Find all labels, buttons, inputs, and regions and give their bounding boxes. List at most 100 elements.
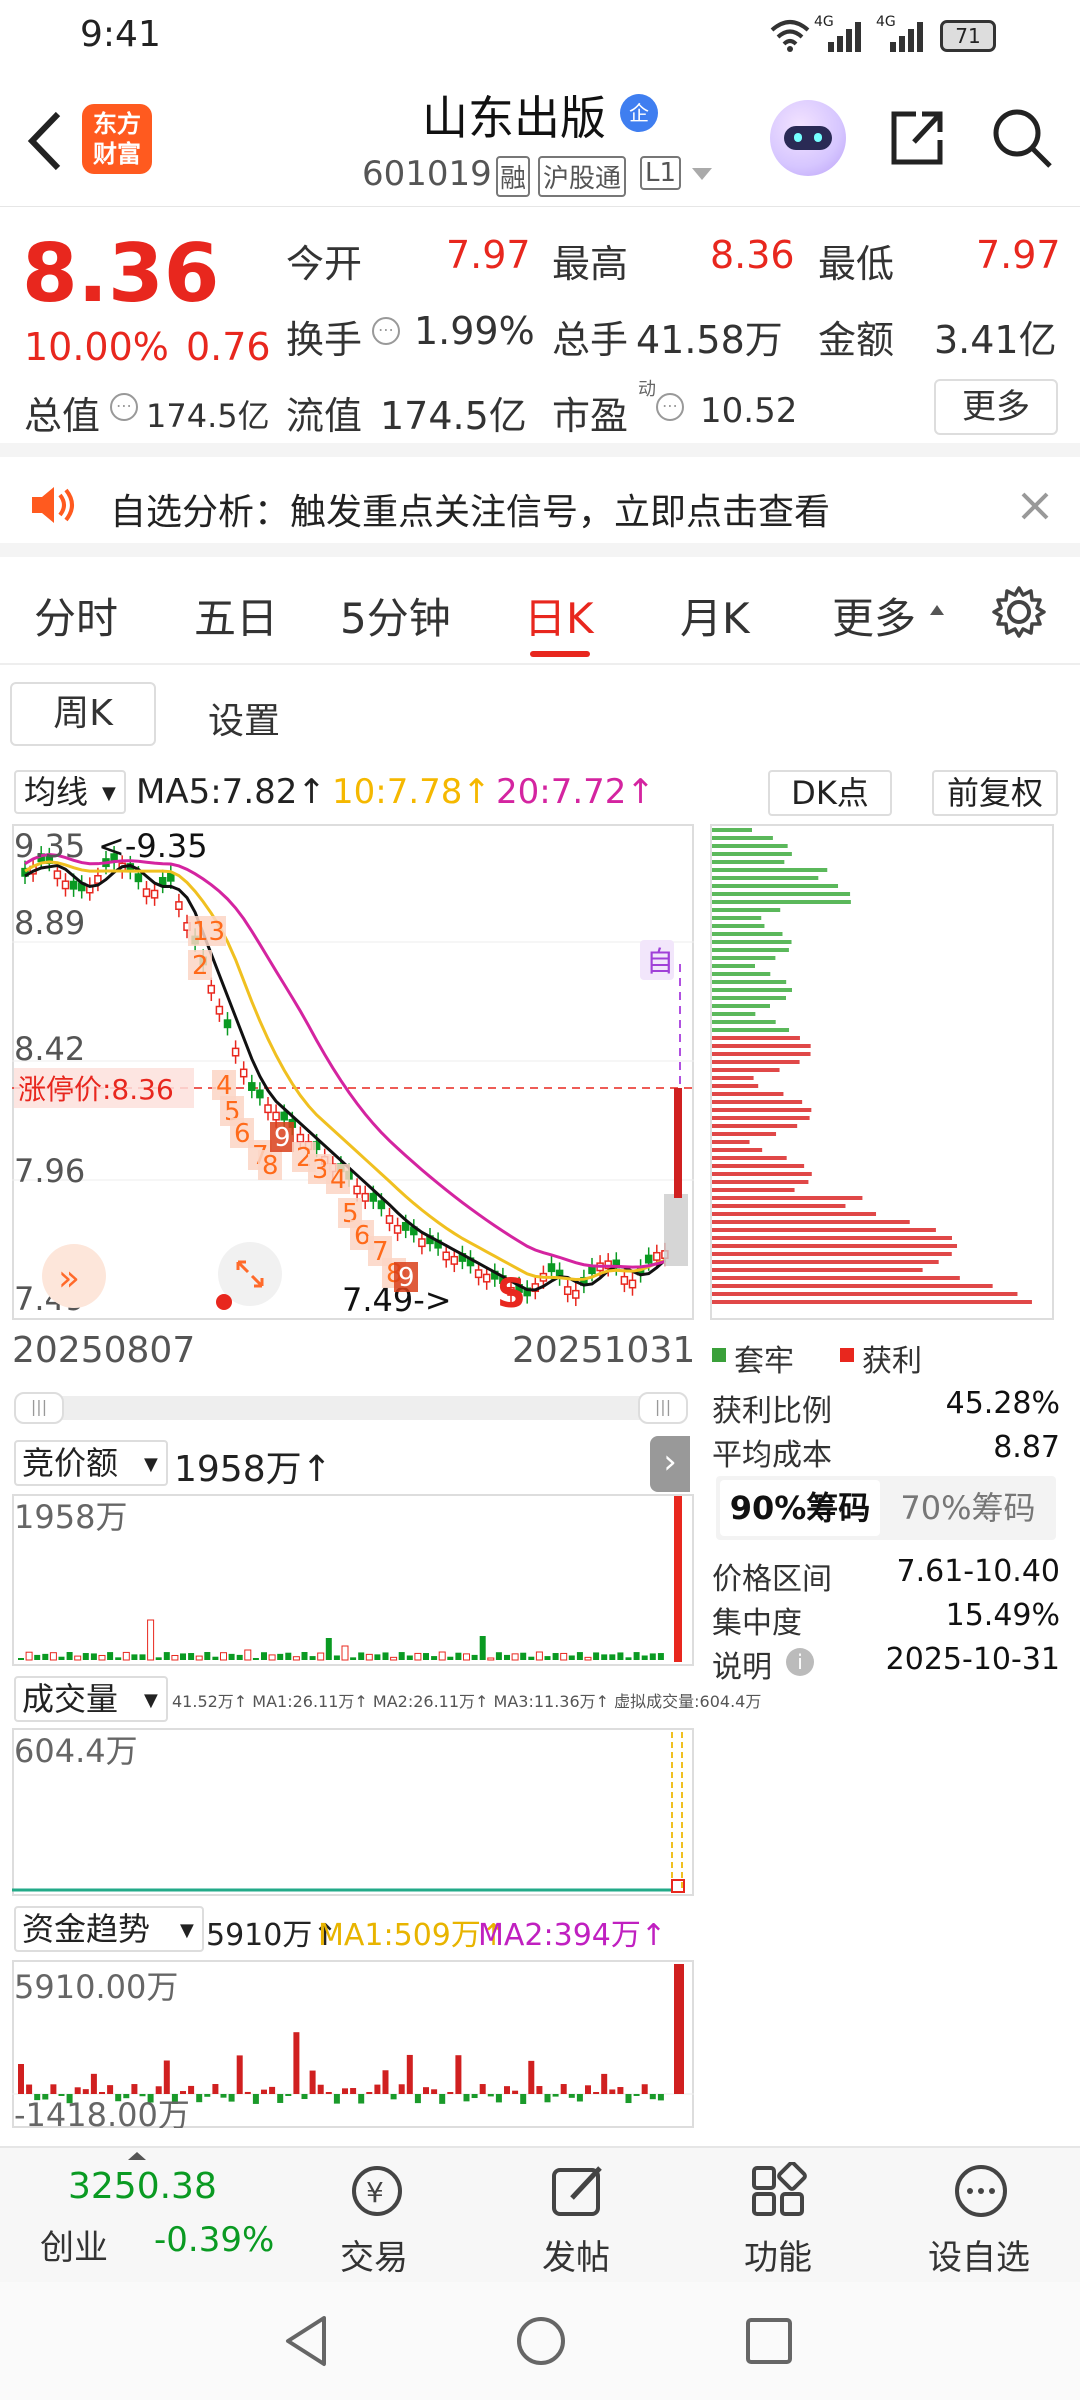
fund-bar <box>504 2086 510 2094</box>
auction-bar <box>593 1652 600 1660</box>
candle-body <box>361 1192 369 1202</box>
auction-bar <box>398 1652 405 1660</box>
chip-bar <box>712 1244 958 1248</box>
auction-bar <box>455 1652 462 1660</box>
caret-up-icon <box>930 605 944 615</box>
signal-icon <box>828 22 861 52</box>
range-handle-right[interactable]: ||| <box>638 1392 688 1424</box>
chip-bar <box>712 988 792 992</box>
nav-post[interactable]: 发帖 <box>542 2230 610 2279</box>
system-back-icon[interactable] <box>282 2314 330 2368</box>
dropdown-icon[interactable] <box>690 166 714 182</box>
auction-bar <box>657 1653 664 1660</box>
tag-hk-connect: 沪股通 <box>538 156 627 197</box>
auction-bar <box>25 1651 33 1661</box>
auction-bar <box>180 1653 186 1660</box>
fund-bar <box>366 2092 373 2094</box>
index-value[interactable]: 3250.38 <box>68 2166 217 2207</box>
dk-point-button[interactable]: DK点 <box>768 770 892 816</box>
app-logo[interactable]: 东方 财富 <box>82 104 152 174</box>
chip-90-tab[interactable]: 90%筹码 <box>720 1480 880 1536</box>
auction-bar <box>58 1656 65 1660</box>
fund-bar <box>625 2094 632 2104</box>
index-name[interactable]: 创业 <box>40 2220 108 2269</box>
y-label-2: 8.89 <box>14 904 85 942</box>
candle-body <box>150 889 159 899</box>
adjust-button[interactable]: 前复权 <box>932 770 1058 816</box>
fund-bar <box>131 2084 138 2094</box>
fund-bar <box>277 2094 284 2103</box>
candle-body <box>442 1251 450 1261</box>
fund-bar <box>536 2086 543 2094</box>
fund-bar <box>439 2094 446 2104</box>
chip-bar <box>712 1212 877 1216</box>
chip-bar <box>712 1148 763 1152</box>
search-icon[interactable] <box>990 106 1054 170</box>
fund-bar <box>99 2092 105 2094</box>
float-cap-value: 174.5亿 <box>380 394 527 438</box>
tab-monthly-k[interactable]: 月K <box>680 585 750 646</box>
ai-assistant-avatar[interactable] <box>770 100 846 176</box>
nav-function[interactable]: 功能 <box>744 2230 812 2279</box>
ma-select[interactable]: 均线 ▼ <box>14 770 126 814</box>
more-button[interactable]: 更多 <box>934 379 1058 435</box>
pe-label: 市盈 <box>552 394 629 438</box>
auction-bar <box>520 1652 527 1660</box>
y-label-3: 8.42 <box>14 1030 85 1068</box>
auction-bar <box>447 1656 454 1660</box>
auction-select[interactable]: 竞价额 ▼ <box>14 1440 168 1486</box>
volume-label: 成交量 <box>22 1680 119 1718</box>
virtual-candle <box>664 1194 688 1266</box>
auction-bar <box>49 1652 57 1661</box>
auction-bar <box>438 1651 446 1661</box>
chip-bar <box>712 932 783 936</box>
auction-bar <box>390 1656 398 1661</box>
auction-bar <box>617 1652 624 1660</box>
range-handle-left[interactable]: ||| <box>14 1392 64 1424</box>
fund-bar <box>406 2054 413 2094</box>
auction-bar <box>504 1654 510 1660</box>
notice-bar[interactable]: 自选分析：触发重点关注信号，立即点击查看 <box>0 457 1080 557</box>
chip-bar <box>712 1164 805 1168</box>
info-icon[interactable]: ⋯ <box>372 317 400 345</box>
gear-icon[interactable] <box>992 585 1046 639</box>
tab-timeshare[interactable]: 分时 <box>34 585 118 646</box>
index-change[interactable]: -0.39% <box>154 2220 274 2260</box>
auction-bar <box>544 1656 551 1660</box>
volume-select[interactable]: 成交量 ▼ <box>14 1676 168 1722</box>
info-circle-icon[interactable]: i <box>786 1648 814 1676</box>
candle-body <box>393 1224 402 1234</box>
fund-bar <box>544 2094 551 2103</box>
more-circle-icon <box>955 2165 1007 2217</box>
fund-trend-select[interactable]: 资金趋势 ▼ <box>14 1906 204 1952</box>
auction-bar <box>576 1652 583 1660</box>
chip-70-tab[interactable]: 70%筹码 <box>888 1480 1048 1536</box>
range-scrollbar[interactable]: ||| ||| <box>14 1392 688 1424</box>
info-icon-3[interactable]: ⋯ <box>656 393 684 421</box>
fund-bar <box>520 2094 527 2104</box>
weekly-k-button[interactable]: 周K <box>10 682 156 746</box>
system-recents-icon[interactable] <box>744 2316 794 2366</box>
info-icon-2[interactable]: ⋯ <box>110 393 138 421</box>
tab-five-day[interactable]: 五日 <box>194 585 278 646</box>
tab-daily-k[interactable]: 日K <box>524 585 594 646</box>
k-line-chart[interactable]: 9.35 8.89 8.42 7.96 7.49 <-9.35 7.49-> 涨… <box>12 824 694 1320</box>
close-icon[interactable] <box>1020 491 1050 521</box>
back-arrow-icon[interactable] <box>24 110 64 172</box>
collapse-arrow-icon[interactable]: › <box>650 1436 690 1492</box>
system-home-icon[interactable] <box>514 2314 568 2368</box>
nav-trade[interactable]: 交易 <box>340 2230 408 2279</box>
tab-5min[interactable]: 5分钟 <box>340 585 451 646</box>
nav-add-watchlist[interactable]: 设自选 <box>928 2230 1030 2279</box>
battery-icon: 71 <box>940 20 996 52</box>
chart-settings-button[interactable]: 设置 <box>208 692 280 744</box>
stock-code: 601019 <box>362 154 492 194</box>
tab-more[interactable]: 更多 <box>832 585 916 646</box>
auction-bar <box>82 1653 89 1660</box>
fund-bar <box>617 2087 624 2094</box>
auction-bar <box>155 1657 162 1660</box>
chip-bar <box>712 852 792 856</box>
share-icon[interactable] <box>886 106 948 168</box>
auction-bar <box>147 1619 155 1661</box>
fund-bar <box>204 2094 211 2097</box>
